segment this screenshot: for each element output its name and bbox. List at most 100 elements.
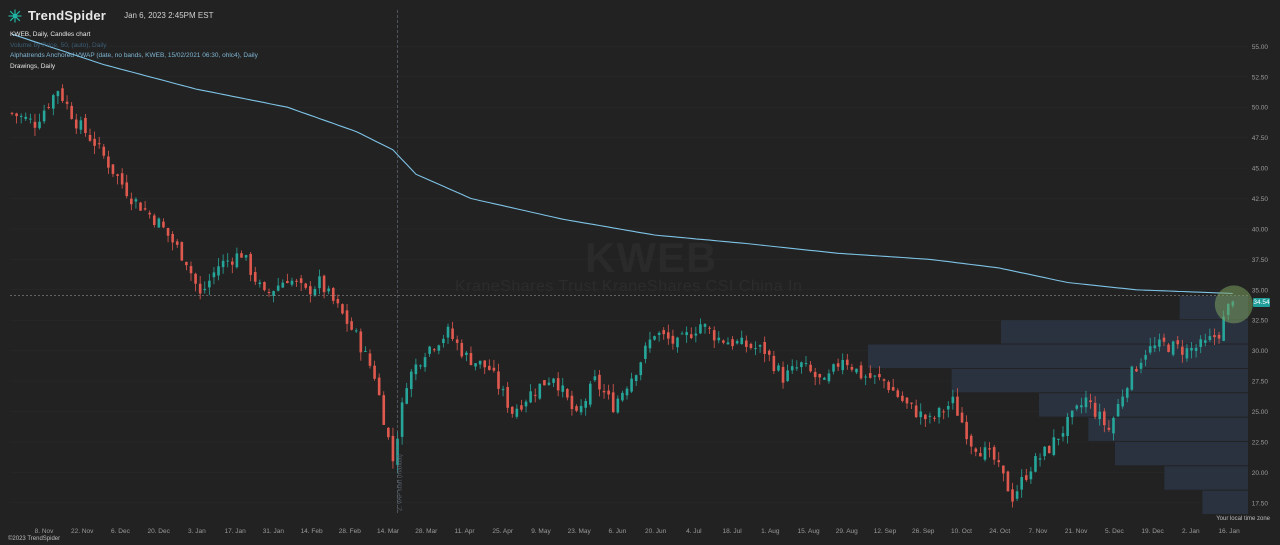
candle-body (914, 405, 918, 418)
x-axis-label: 11. Apr (454, 528, 475, 535)
x-axis-label: 24. Oct (989, 528, 1010, 535)
candle-body (1199, 339, 1202, 347)
candle-body (166, 227, 170, 236)
candle-body (556, 378, 560, 391)
candle-body (488, 365, 491, 370)
candle-body (336, 299, 340, 304)
candle-body (901, 395, 904, 401)
candle-body (432, 349, 436, 351)
candle-body (373, 365, 376, 379)
legend-drawings[interactable]: Drawings, Daily (10, 62, 258, 73)
candle-body (88, 134, 92, 141)
candle-body (671, 335, 675, 344)
candle-body (116, 174, 119, 176)
candle-body (97, 143, 101, 145)
candle-body (322, 275, 326, 293)
candle-body (910, 402, 913, 404)
candle-body (38, 121, 41, 129)
candle-body (1034, 456, 1037, 472)
last-price-tag: 34.54 (1253, 298, 1270, 307)
candle-body (1135, 368, 1138, 372)
x-axis-label: 8. Nov (35, 528, 55, 535)
candle-body (290, 280, 294, 285)
candle-body (185, 261, 188, 266)
candle-body (345, 310, 349, 324)
candle-body (341, 304, 344, 314)
candle-body (611, 392, 615, 413)
candle-body (1203, 340, 1207, 343)
candle-body (850, 366, 854, 370)
candle-body (896, 390, 900, 397)
candle-body (529, 391, 532, 403)
candle-body (1190, 348, 1193, 351)
x-axis-label: 10. Oct (951, 528, 972, 535)
candle-body (845, 359, 849, 366)
candle-body (520, 405, 523, 410)
candle-body (437, 345, 441, 351)
candle-body (657, 332, 661, 335)
candle-body (107, 156, 110, 168)
y-axis-label: 45.00 (1252, 166, 1269, 173)
candle-body (827, 373, 831, 382)
candle-body (364, 350, 367, 352)
candle-body (699, 324, 702, 334)
candle-body (1185, 348, 1189, 359)
legend-volume-profile[interactable]: Volume by Price, 50, (auto), Daily (10, 41, 258, 52)
y-axis-label: 52.50 (1252, 74, 1269, 81)
candle-body (405, 388, 409, 404)
candle-body (1098, 411, 1102, 420)
candle-body (735, 341, 739, 344)
candle-body (226, 260, 230, 262)
candle-body (354, 330, 358, 332)
candle-body (350, 321, 353, 330)
x-axis-label: 12. Sep (874, 528, 897, 535)
candle-body (1066, 416, 1069, 436)
candle-body (621, 392, 624, 401)
candle-body (882, 379, 886, 381)
candle-body (1144, 355, 1147, 360)
candle-body (446, 326, 450, 338)
candle-body (102, 146, 106, 156)
candle-body (309, 286, 312, 295)
candle-body (212, 272, 216, 278)
candle-body (809, 364, 812, 372)
candle-body (1103, 411, 1106, 426)
candle-body (428, 346, 431, 354)
y-axis-label: 32.50 (1252, 318, 1269, 325)
candle-body (1047, 445, 1051, 454)
candle-body (414, 364, 418, 375)
y-axis-label: 35.00 (1252, 287, 1269, 294)
candle-body (570, 395, 574, 410)
legend-vwap[interactable]: Alphatrends Anchored VWAP (date, no band… (10, 51, 258, 62)
candle-body (960, 412, 964, 423)
candle-body (74, 119, 78, 129)
candle-body (630, 378, 633, 392)
x-axis-label: 28. Mar (415, 528, 438, 535)
candle-body (492, 367, 496, 371)
candle-body (653, 336, 656, 340)
y-axis-label: 25.00 (1252, 409, 1269, 416)
candle-body (33, 121, 37, 128)
candle-body (1084, 397, 1088, 408)
legend-series[interactable]: KWEB, Daily, Candles chart (10, 30, 258, 41)
x-axis-label: 17. Jan (224, 528, 246, 535)
candle-body (1158, 339, 1161, 347)
candle-body (1130, 366, 1134, 390)
timezone-label[interactable]: Your local time zone (1216, 516, 1270, 522)
candle-body (763, 341, 766, 354)
candle-body (483, 360, 487, 368)
candle-body (139, 202, 142, 211)
candle-body (602, 390, 606, 393)
candle-body (230, 261, 234, 265)
candle-body (1020, 477, 1024, 490)
candle-body (79, 120, 83, 130)
candle-body (1024, 475, 1028, 480)
candle-body (566, 389, 569, 398)
candle-body (510, 406, 514, 414)
y-axis-label: 30.00 (1252, 348, 1269, 355)
candle-body (249, 253, 252, 275)
candle-body (648, 339, 652, 349)
candle-body (662, 330, 666, 335)
y-axis-label: 27.50 (1252, 379, 1269, 386)
x-axis-label: 14. Feb (301, 528, 323, 535)
